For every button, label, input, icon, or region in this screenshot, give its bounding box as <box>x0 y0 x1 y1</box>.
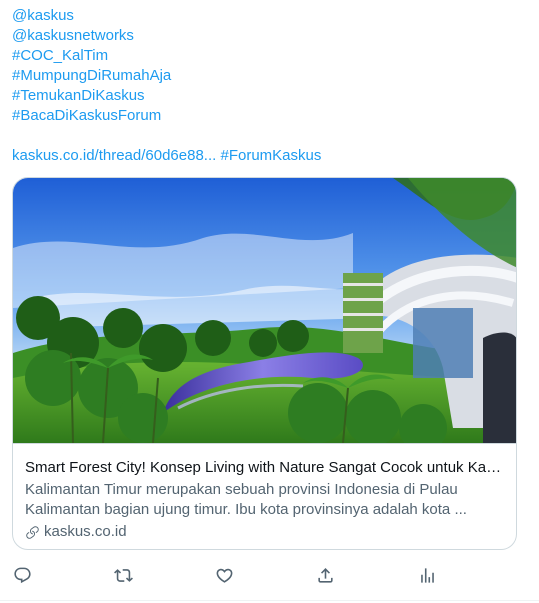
heart-icon <box>216 568 232 583</box>
hashtag-forumkaskus[interactable]: #ForumKaskus <box>220 147 321 164</box>
like-button[interactable] <box>211 562 237 588</box>
link-preview-card[interactable]: Smart Forest City! Konsep Living with Na… <box>12 177 517 550</box>
analytics-button[interactable] <box>414 562 440 588</box>
share-button[interactable] <box>312 562 338 588</box>
link-line: kaskus.co.id/thread/60d6e88... #ForumKas… <box>12 146 321 166</box>
hashtag-coc-kaltim[interactable]: #COC_KalTim <box>12 46 171 66</box>
card-title: Smart Forest City! Konsep Living with Na… <box>25 459 503 476</box>
card-body: Smart Forest City! Konsep Living with Na… <box>13 443 516 549</box>
hashtag-temukandikaskus[interactable]: #TemukanDiKaskus <box>12 86 171 106</box>
card-description: Kalimantan Timur merupakan sebuah provin… <box>25 481 467 518</box>
reply-button[interactable] <box>9 562 35 588</box>
retweet-button[interactable] <box>110 562 136 588</box>
card-image[interactable] <box>13 178 517 443</box>
mention-kaskusnetworks[interactable]: @kaskusnetworks <box>12 26 171 46</box>
tweet-text: @kaskus @kaskusnetworks #COC_KalTim #Mum… <box>12 6 171 126</box>
action-bar <box>0 558 539 592</box>
tweet: @kaskus @kaskusnetworks #COC_KalTim #Mum… <box>0 0 539 603</box>
card-domain-label: kaskus.co.id <box>44 523 127 540</box>
hashtag-bacadikaskusforum[interactable]: #BacaDiKaskusForum <box>12 106 171 126</box>
hashtag-mumpungdirumahaja[interactable]: #MumpungDiRumahAja <box>12 66 171 86</box>
retweet-icon <box>113 568 133 582</box>
share-icon <box>317 567 333 583</box>
card-domain: kaskus.co.id <box>25 522 506 542</box>
thread-link[interactable]: kaskus.co.id/thread/60d6e88... <box>12 147 216 164</box>
link-icon <box>26 525 39 539</box>
reply-icon <box>13 567 31 583</box>
analytics-icon <box>420 567 434 583</box>
mention-kaskus[interactable]: @kaskus <box>12 6 171 26</box>
divider <box>0 600 539 601</box>
